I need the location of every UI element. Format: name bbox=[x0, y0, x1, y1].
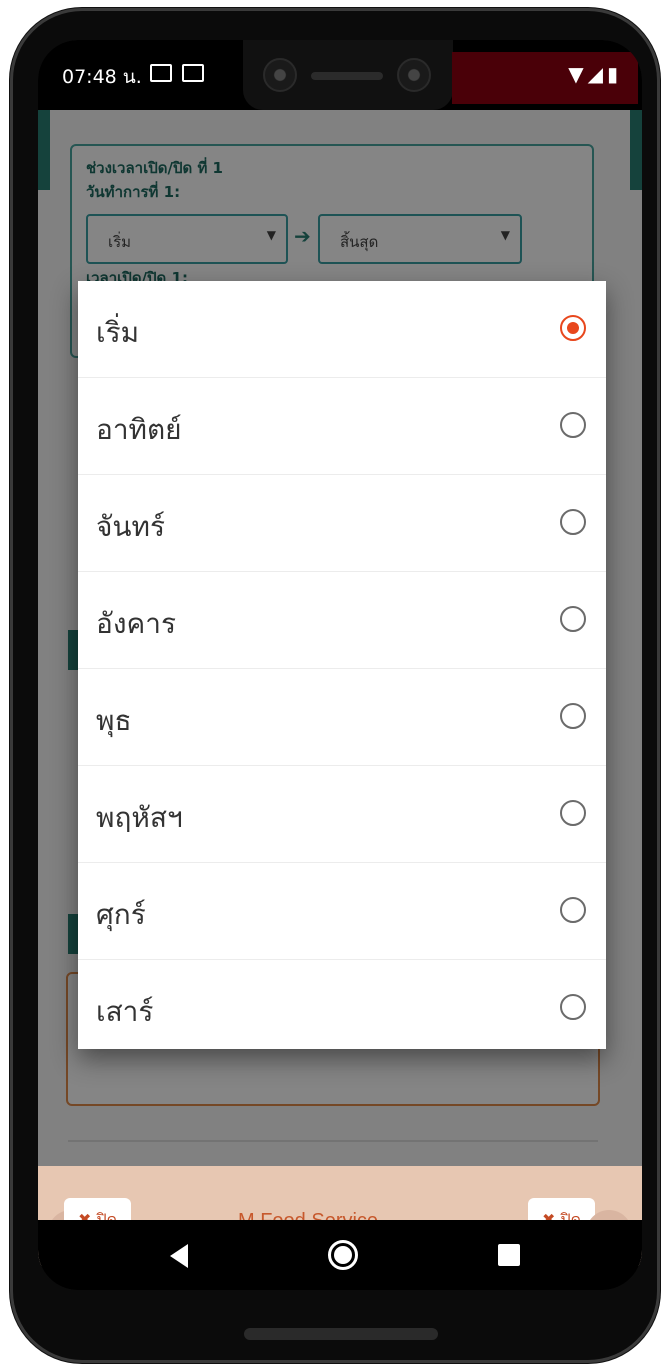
back-icon[interactable] bbox=[170, 1244, 188, 1268]
radio-icon[interactable] bbox=[560, 412, 586, 438]
day-picker-dialog: เริ่ม อาทิตย์ จันทร์ อังคาร พุธ พฤหัสฯ ศ… bbox=[78, 281, 606, 1049]
radio-icon[interactable] bbox=[560, 606, 586, 632]
option-friday[interactable]: ศุกร์ bbox=[78, 862, 606, 959]
photo-icon bbox=[150, 64, 172, 82]
option-thursday[interactable]: พฤหัสฯ bbox=[78, 765, 606, 862]
radio-icon[interactable] bbox=[560, 703, 586, 729]
radio-selected-icon[interactable] bbox=[560, 315, 586, 341]
mail-icon bbox=[182, 64, 204, 82]
option-wednesday[interactable]: พุธ bbox=[78, 668, 606, 765]
radio-icon[interactable] bbox=[560, 509, 586, 535]
option-sunday[interactable]: อาทิตย์ bbox=[78, 377, 606, 474]
radio-icon[interactable] bbox=[560, 800, 586, 826]
status-bar: 07:48 น. ▼◢▮ bbox=[38, 40, 642, 110]
radio-icon[interactable] bbox=[560, 897, 586, 923]
option-label: พุธ bbox=[96, 704, 132, 737]
option-label: เสาร์ bbox=[96, 995, 154, 1028]
status-time: 07:48 น. bbox=[62, 66, 142, 88]
recent-apps-icon[interactable] bbox=[498, 1244, 520, 1266]
camera-notch bbox=[243, 40, 453, 110]
status-indicators: ▼◢▮ bbox=[568, 62, 622, 86]
option-label: เริ่ม bbox=[96, 316, 140, 349]
home-icon[interactable] bbox=[328, 1240, 358, 1270]
phone-chin bbox=[244, 1328, 438, 1340]
speaker-grille bbox=[311, 72, 383, 80]
option-label: พฤหัสฯ bbox=[96, 801, 183, 834]
option-label: จันทร์ bbox=[96, 510, 166, 543]
option-start[interactable]: เริ่ม bbox=[78, 281, 606, 377]
front-camera-icon bbox=[397, 58, 431, 92]
option-label: อาทิตย์ bbox=[96, 413, 182, 446]
option-label: อังคาร bbox=[96, 607, 176, 640]
option-saturday[interactable]: เสาร์ bbox=[78, 959, 606, 1056]
front-camera-icon bbox=[263, 58, 297, 92]
android-nav-bar bbox=[38, 1220, 642, 1290]
option-label: ศุกร์ bbox=[96, 898, 146, 931]
radio-icon[interactable] bbox=[560, 994, 586, 1020]
option-tuesday[interactable]: อังคาร bbox=[78, 571, 606, 668]
option-monday[interactable]: จันทร์ bbox=[78, 474, 606, 571]
